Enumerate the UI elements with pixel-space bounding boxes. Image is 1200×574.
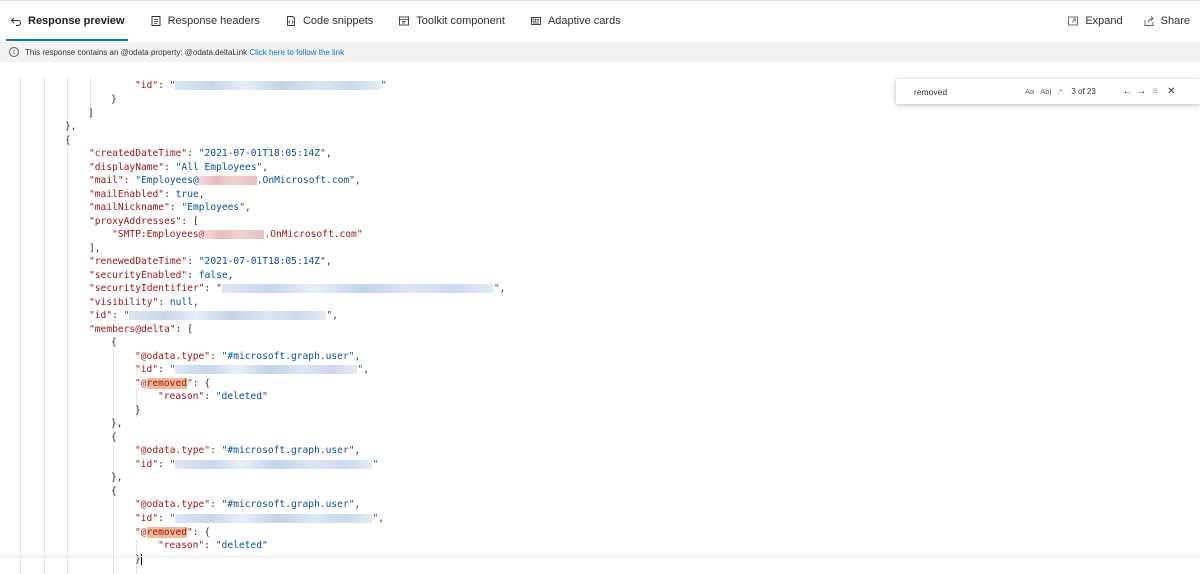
json-line: }, xyxy=(65,121,77,132)
odata-info-bar: i This response contains an @odata prope… xyxy=(0,42,1200,62)
tab-response-preview[interactable]: Response preview xyxy=(0,1,134,41)
json-line: "displayName": "All Employees", xyxy=(89,162,269,173)
json-line: "mailEnabled": true, xyxy=(89,189,205,200)
card-icon xyxy=(530,17,541,25)
json-line: "id": " " xyxy=(135,459,379,470)
search-match-highlight: removed xyxy=(146,527,187,538)
json-line: "@removed": { xyxy=(135,527,211,538)
tab-label: Adaptive cards xyxy=(547,15,621,27)
json-line: "id": " ", xyxy=(89,310,339,321)
json-line: }, xyxy=(111,418,123,429)
follow-link[interactable]: Click here to follow the link xyxy=(249,48,344,57)
response-tab-bar: Response preview Response headers Code s… xyxy=(0,1,1200,41)
close-find-button[interactable]: ✕ xyxy=(1165,86,1177,97)
json-line: } xyxy=(135,405,141,416)
redacted-value xyxy=(175,364,358,374)
current-line-rule xyxy=(0,556,1200,557)
close-icon: ✕ xyxy=(1167,86,1176,97)
json-line: "reason": "deleted" xyxy=(158,391,268,402)
indent-guide xyxy=(67,78,68,574)
response-json-viewer[interactable]: "id": " " } ] }, { "createdDateTime": "20… xyxy=(0,78,1200,574)
search-match-highlight: removed xyxy=(146,378,187,389)
selection-lines-icon: ≡ xyxy=(1152,86,1159,97)
redacted-value xyxy=(175,513,373,523)
json-line: { xyxy=(111,337,117,348)
tab-actions: Expand Share xyxy=(1057,1,1200,41)
json-line: ] xyxy=(88,108,94,119)
json-line: { xyxy=(111,432,117,443)
json-line: "securityIdentifier": " ", xyxy=(89,283,506,294)
json-line: "createdDateTime": "2021-07-01T18:05:14Z… xyxy=(89,148,332,159)
redacted-value xyxy=(129,310,327,320)
json-line: "@removed": { xyxy=(135,378,211,389)
json-line: "id": " ", xyxy=(135,364,370,375)
expand-label: Expand xyxy=(1085,15,1123,27)
indent-guide xyxy=(113,348,114,574)
expand-icon xyxy=(1068,16,1079,26)
whole-word-toggle[interactable]: Ab| xyxy=(1037,87,1054,96)
redacted-value xyxy=(198,175,257,185)
json-line: "renewedDateTime": "2021-07-01T18:05:14Z… xyxy=(89,256,332,267)
json-line: "@odata.type": "#microsoft.graph.user", xyxy=(135,445,361,456)
regex-toggle[interactable]: .* xyxy=(1054,87,1065,96)
share-label: Share xyxy=(1160,15,1190,27)
json-line: "visibility": null, xyxy=(89,297,199,308)
find-input[interactable]: removed xyxy=(914,87,1022,97)
arrow-right-icon: → xyxy=(1136,86,1147,97)
tab-response-headers[interactable]: Response headers xyxy=(140,1,269,41)
component-icon xyxy=(399,16,410,26)
json-line: "@odata.type": "#microsoft.graph.user", xyxy=(135,351,361,362)
json-line: "reason": "deleted" xyxy=(158,540,268,551)
tab-adaptive-cards[interactable]: Adaptive cards xyxy=(520,1,630,41)
json-line: "id": " ", xyxy=(135,513,385,524)
info-icon: i xyxy=(9,47,19,57)
json-line: { xyxy=(65,135,71,146)
share-icon xyxy=(1144,16,1154,26)
tab-label: Response preview xyxy=(28,15,125,27)
json-line: ], xyxy=(89,243,101,254)
share-button[interactable]: Share xyxy=(1133,15,1200,27)
indent-guide xyxy=(20,78,21,574)
tab-label: Toolkit component xyxy=(416,15,505,27)
json-line: "mailNickname": "Employees", xyxy=(89,202,251,213)
arrow-left-icon: ← xyxy=(1122,86,1133,97)
find-widget: removed Aa Ab| .* 3 of 23 ← → ≡ ✕ xyxy=(896,79,1200,104)
json-line: "SMTP:Employees@ .OnMicrosoft.com" xyxy=(112,229,363,240)
tab-toolkit-component[interactable]: Toolkit component xyxy=(388,1,514,41)
json-line: }, xyxy=(111,472,123,483)
json-line: "proxyAddresses": [ xyxy=(89,216,199,227)
code-file-icon xyxy=(286,16,295,26)
json-line: "id": " " xyxy=(135,80,387,91)
document-icon xyxy=(151,16,161,26)
redacted-value xyxy=(175,459,373,469)
expand-button[interactable]: Expand xyxy=(1057,15,1132,27)
next-match-button[interactable]: → xyxy=(1135,86,1147,97)
redacted-value xyxy=(175,80,381,90)
json-line: "members@delta": [ xyxy=(89,324,193,335)
previous-match-button[interactable]: ← xyxy=(1121,86,1133,97)
json-line: { xyxy=(111,486,117,497)
json-line: "mail": "Employees@ .OnMicrosoft.com", xyxy=(89,175,361,186)
match-count: 3 of 23 xyxy=(1071,87,1096,96)
redacted-value xyxy=(221,283,494,293)
json-line: "securityEnabled": false, xyxy=(89,270,234,281)
tab-label: Response headers xyxy=(167,15,260,27)
tab-label: Code snippets xyxy=(302,15,374,27)
match-case-toggle[interactable]: Aa xyxy=(1022,87,1037,96)
json-line: } xyxy=(111,94,117,105)
undo-arrow-icon xyxy=(10,17,21,26)
redacted-value xyxy=(204,229,265,239)
info-message: This response contains an @odata propert… xyxy=(25,47,248,57)
find-in-selection-button[interactable]: ≡ xyxy=(1149,86,1161,97)
json-line: "@odata.type": "#microsoft.graph.user", xyxy=(135,499,361,510)
tab-code-snippets[interactable]: Code snippets xyxy=(275,1,382,41)
indent-guide xyxy=(44,78,45,574)
